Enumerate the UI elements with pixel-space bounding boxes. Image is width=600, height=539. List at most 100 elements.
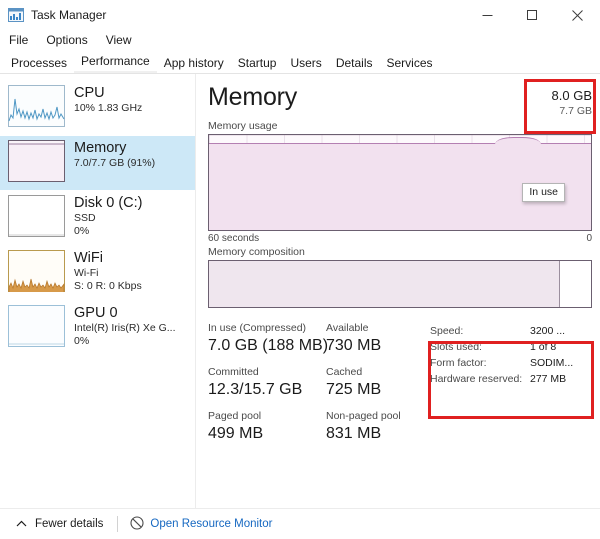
stat-row: Committed 12.3/15.7 GB Cached 725 MB: [208, 365, 421, 400]
sidebar-item-detail-2: 0%: [74, 224, 90, 237]
resource-sidebar: CPU 10% 1.83 GHz Memory 7.0/7.7 GB (91%): [0, 74, 196, 529]
sidebar-item-label: Disk 0 (C:): [74, 195, 143, 211]
stat-paged-pool: Paged pool 499 MB: [208, 409, 326, 444]
title-bar: Task Manager: [0, 0, 600, 30]
sidebar-item-detail: SSD: [74, 212, 96, 224]
axis-label-right: 0: [586, 233, 592, 244]
tab-strip: Processes Performance App history Startu…: [0, 51, 600, 74]
close-icon[interactable]: [555, 0, 600, 30]
sidebar-item-detail: Intel(R) Iris(R) Xe G...: [74, 322, 176, 334]
memory-composition-bar[interactable]: [208, 260, 592, 308]
tab-services[interactable]: Services: [380, 53, 440, 73]
memory-stats-left: In use (Compressed) 7.0 GB (188 MB) Avai…: [208, 321, 421, 453]
window-title: Task Manager: [31, 8, 107, 22]
sidebar-item-detail: 7.0/7.7 GB (91%): [74, 157, 156, 169]
memory-fill-icon: [8, 140, 65, 182]
sidebar-item-detail: Wi-Fi: [74, 267, 99, 279]
page-title: Memory: [208, 83, 298, 111]
menu-bar: File Options View: [0, 30, 600, 51]
maximize-icon[interactable]: [510, 0, 555, 30]
stat-value: 499 MB: [208, 425, 264, 442]
status-bar: Fewer details Open Resource Monitor: [0, 508, 600, 539]
spec-form-factor: Form factor: SODIM...: [430, 355, 592, 371]
sidebar-item-detail-2: 0%: [74, 334, 90, 347]
stat-label: Non-paged pool: [326, 410, 401, 422]
fewer-details-button[interactable]: Fewer details: [16, 518, 103, 530]
minimize-icon[interactable]: [465, 0, 510, 30]
wifi-sparkline-icon: [8, 250, 65, 292]
sidebar-item-memory[interactable]: Memory 7.0/7.7 GB (91%): [0, 136, 195, 190]
disk-sparkline-icon: [8, 195, 65, 237]
sidebar-item-gpu-0[interactable]: GPU 0 Intel(R) Iris(R) Xe G... 0%: [0, 301, 195, 355]
memory-specs: Speed: 3200 ... Slots used: 1 of 8 Form …: [421, 321, 592, 453]
task-manager-icon: [8, 7, 24, 23]
cpu-sparkline-icon: [8, 85, 65, 127]
stat-non-paged-pool: Non-paged pool 831 MB: [326, 409, 421, 444]
memory-total-value: 8.0 GB: [551, 88, 592, 103]
spec-value: 3200 ...: [530, 325, 566, 337]
stat-in-use: In use (Compressed) 7.0 GB (188 MB): [208, 321, 329, 356]
tab-details[interactable]: Details: [329, 53, 380, 73]
sidebar-item-detail: 10% 1.83 GHz: [74, 102, 143, 114]
pane-header: Memory 8.0 GB 7.7 GB: [208, 82, 592, 118]
stat-label: Committed: [208, 366, 259, 378]
memory-composition-label: Memory composition: [208, 246, 305, 258]
sidebar-item-label: GPU 0: [74, 305, 118, 321]
sidebar-item-wifi[interactable]: WiFi Wi-Fi S: 0 R: 0 Kbps: [0, 246, 195, 300]
tab-app-history[interactable]: App history: [157, 53, 231, 73]
open-resource-monitor-link[interactable]: Open Resource Monitor: [130, 515, 273, 533]
stat-value: 7.0 GB (188 MB): [208, 337, 329, 354]
menu-item-file[interactable]: File: [7, 30, 37, 51]
stat-label: Cached: [326, 366, 363, 378]
tab-startup[interactable]: Startup: [231, 53, 284, 73]
memory-stats: In use (Compressed) 7.0 GB (188 MB) Avai…: [208, 321, 592, 453]
window-controls: [465, 0, 600, 30]
spec-slots-used: Slots used: 1 of 8: [430, 339, 592, 355]
graph-tooltip: In use: [522, 183, 565, 202]
stat-value: 730 MB: [326, 337, 382, 354]
sidebar-item-label: CPU: [74, 85, 105, 101]
spec-value: 1 of 8: [530, 341, 557, 353]
spec-hardware-reserved: Hardware reserved: 277 MB: [430, 371, 592, 387]
sidebar-item-label: Memory: [74, 140, 127, 156]
spec-key: Slots used:: [430, 341, 482, 353]
sidebar-item-cpu[interactable]: CPU 10% 1.83 GHz: [0, 81, 195, 135]
memory-usage-graph[interactable]: In use: [208, 134, 592, 231]
memory-total-block: 8.0 GB 7.7 GB: [552, 82, 592, 118]
memory-usable-value: 7.7 GB: [559, 105, 592, 117]
gpu-sparkline-icon: [8, 305, 65, 347]
memory-usage-label: Memory usage: [208, 120, 278, 132]
tab-performance[interactable]: Performance: [74, 51, 157, 73]
stat-value: 12.3/15.7 GB: [208, 381, 303, 398]
footer-divider: [117, 516, 119, 532]
resource-monitor-icon: [130, 515, 144, 533]
stat-label: Paged pool: [208, 410, 262, 422]
stat-row: Paged pool 499 MB Non-paged pool 831 MB: [208, 409, 421, 444]
spec-value: SODIM...: [530, 357, 574, 369]
menu-item-view[interactable]: View: [104, 30, 141, 51]
stat-label: In use (Compressed): [208, 322, 307, 334]
chevron-up-icon: [16, 518, 27, 530]
axis-label-left: 60 seconds: [208, 233, 260, 244]
performance-detail-pane: Memory 8.0 GB 7.7 GB Memory usage In use…: [196, 74, 600, 529]
stat-label: Available: [326, 322, 369, 334]
spec-key: Speed:: [430, 325, 464, 337]
stat-cached: Cached 725 MB: [326, 365, 421, 400]
sidebar-item-disk-0[interactable]: Disk 0 (C:) SSD 0%: [0, 191, 195, 245]
spec-value: 277 MB: [530, 373, 567, 385]
fewer-details-label: Fewer details: [35, 518, 104, 530]
sidebar-item-detail-2: S: 0 R: 0 Kbps: [74, 279, 142, 292]
stat-value: 831 MB: [326, 425, 382, 442]
stat-value: 725 MB: [326, 381, 382, 398]
spec-key: Hardware reserved:: [430, 373, 523, 385]
graph-peak-bump: [495, 136, 541, 144]
stat-available: Available 730 MB: [326, 321, 421, 356]
tab-processes[interactable]: Processes: [4, 53, 74, 73]
tab-users[interactable]: Users: [283, 53, 328, 73]
resource-monitor-label: Open Resource Monitor: [150, 518, 273, 530]
stat-row: In use (Compressed) 7.0 GB (188 MB) Avai…: [208, 321, 421, 356]
stat-committed: Committed 12.3/15.7 GB: [208, 365, 326, 400]
menu-item-options[interactable]: Options: [44, 30, 96, 51]
graph-axis-row: 60 seconds 0: [208, 231, 592, 244]
spec-speed: Speed: 3200 ...: [430, 323, 592, 339]
